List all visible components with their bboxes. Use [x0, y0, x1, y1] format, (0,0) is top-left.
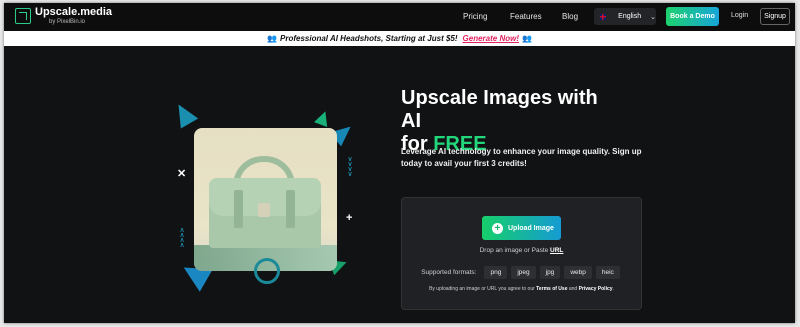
format-chip: jpeg	[511, 266, 536, 279]
nav-blog[interactable]: Blog	[562, 12, 578, 21]
decor-chevrons: ∨ ∨ ∨ ∨	[347, 156, 353, 178]
top-nav-bar: Upscale.media by PixelBin.io Pricing Fea…	[4, 3, 795, 31]
upload-image-button[interactable]: + Upload Image	[482, 216, 561, 240]
decor-cross: ✕	[177, 168, 187, 180]
login-link[interactable]: Login	[731, 12, 748, 19]
terms-notice: By uploading an image or URL you agree t…	[429, 286, 614, 292]
compare-slider-handle[interactable]	[254, 258, 280, 284]
language-selector[interactable]: English ⌄	[594, 8, 656, 25]
format-chip: heic	[595, 266, 620, 279]
promo-banner: 👥 Professional AI Headshots, Starting at…	[4, 31, 795, 46]
logo-subtitle: by PixelBin.io	[49, 19, 86, 25]
decor-cross: +	[346, 212, 353, 224]
signup-button[interactable]: Signup	[760, 8, 790, 25]
brand-logo[interactable]: Upscale.media by PixelBin.io	[15, 7, 112, 25]
decor-triangle	[314, 109, 332, 127]
language-label: English	[618, 13, 642, 20]
generate-now-link[interactable]: Generate Now!	[463, 34, 519, 43]
upload-button-label: Upload Image	[508, 224, 554, 232]
sample-image	[194, 128, 337, 271]
supported-formats: Supported formats: png jpeg jpg webp hei…	[402, 266, 641, 279]
browser-page: Upscale.media by PixelBin.io Pricing Fea…	[4, 3, 795, 323]
drop-hint: Drop an image or Paste URL	[479, 247, 564, 254]
logo-title: Upscale.media	[35, 6, 113, 18]
flag-uk-icon	[600, 13, 607, 20]
paste-url-link[interactable]: URL	[550, 247, 563, 254]
format-chip: webp	[564, 266, 592, 279]
promo-text: Professional AI Headshots, Starting at J…	[280, 34, 458, 43]
privacy-policy-link[interactable]: Privacy Policy	[579, 286, 613, 292]
nav-features[interactable]: Features	[510, 12, 542, 21]
chevron-down-icon: ⌄	[650, 13, 656, 21]
logo-icon	[15, 8, 31, 24]
headshot-icon: 👥	[522, 34, 532, 43]
formats-label: Supported formats:	[421, 269, 477, 276]
nav-pricing[interactable]: Pricing	[463, 12, 487, 21]
headshot-icon: 👥	[267, 34, 277, 43]
decor-chevrons: ∧ ∧ ∧ ∧	[179, 227, 185, 249]
format-chip: jpg	[539, 266, 561, 279]
terms-of-use-link[interactable]: Terms of Use	[536, 286, 567, 292]
upload-card[interactable]: + Upload Image Drop an image or Paste UR…	[401, 197, 642, 310]
book-demo-button[interactable]: Book a Demo	[666, 7, 719, 26]
format-chip: png	[484, 266, 508, 279]
plus-icon: +	[492, 222, 503, 234]
hero-description: Leverage AI technology to enhance your i…	[401, 147, 642, 168]
decor-triangle	[169, 99, 199, 129]
